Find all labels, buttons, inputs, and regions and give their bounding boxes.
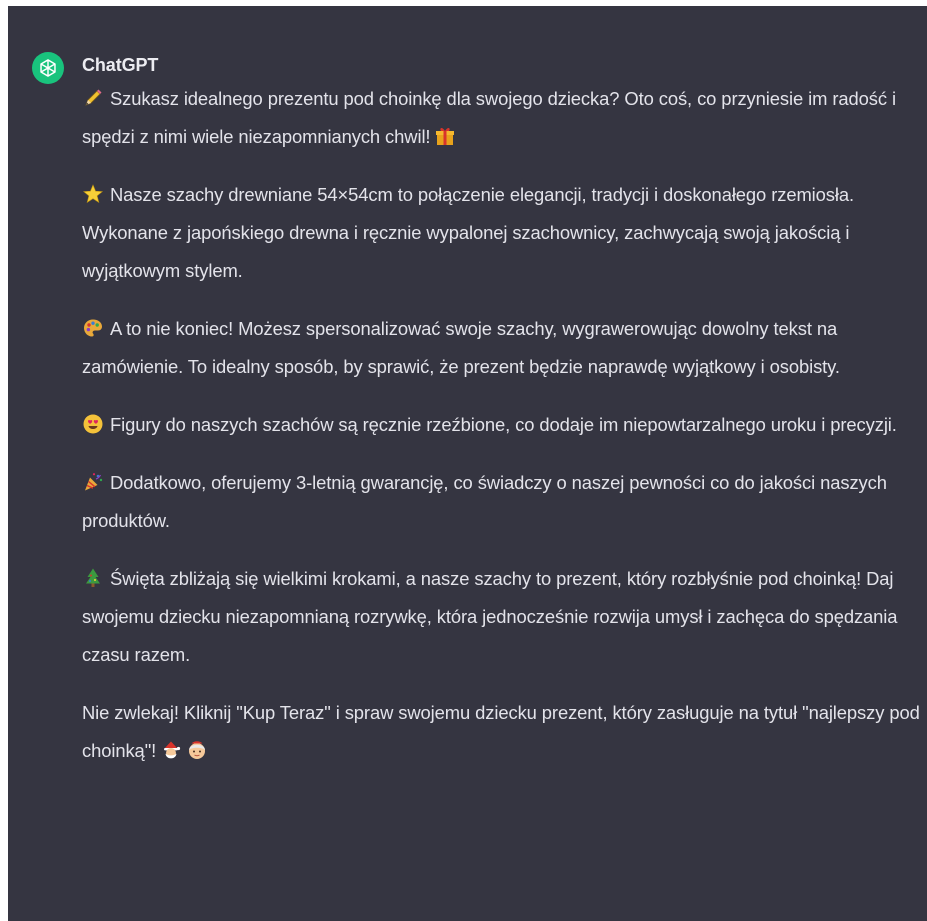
santa-claus-icon xyxy=(160,739,182,761)
message-text-5: Dodatkowo, oferujemy 3-letnią gwarancję,… xyxy=(82,472,887,531)
mrs-claus-icon xyxy=(186,739,208,761)
message-text-3: A to nie koniec! Możesz spersonalizować … xyxy=(82,318,840,377)
christmas-tree-icon xyxy=(82,567,104,589)
message-paragraph-7: Nie zwlekaj! Kliknij "Kup Teraz" i spraw… xyxy=(82,694,926,770)
message-text-1: Szukasz idealnego prezentu pod choinkę d… xyxy=(82,88,896,147)
message-text-4: Figury do naszych szachów są ręcznie rze… xyxy=(110,414,897,435)
message-paragraph-4: Figury do naszych szachów są ręcznie rze… xyxy=(82,406,926,444)
heart-eyes-face-icon xyxy=(82,413,104,435)
painter-palette-icon xyxy=(82,317,104,339)
message-text-2: Nasze szachy drewniane 54×54cm to połącz… xyxy=(82,184,854,281)
star-icon xyxy=(82,183,104,205)
assistant-message: ChatGPT Szukasz idealnego prezentu pod c… xyxy=(82,50,926,790)
openai-logo-icon xyxy=(40,59,56,77)
message-paragraph-2: Nasze szachy drewniane 54×54cm to połącz… xyxy=(82,176,926,290)
gift-icon xyxy=(434,125,456,147)
message-paragraph-6: Święta zbliżają się wielkimi krokami, a … xyxy=(82,560,926,674)
message-paragraph-1: Szukasz idealnego prezentu pod choinkę d… xyxy=(82,80,926,156)
chatgpt-avatar xyxy=(32,52,64,84)
message-text-6: Święta zbliżają się wielkimi krokami, a … xyxy=(82,568,898,665)
message-paragraph-3: A to nie koniec! Możesz spersonalizować … xyxy=(82,310,926,386)
chat-message-panel: ChatGPT Szukasz idealnego prezentu pod c… xyxy=(8,6,927,921)
pencil-icon xyxy=(82,87,104,109)
party-popper-icon xyxy=(82,471,104,493)
message-paragraph-5: Dodatkowo, oferujemy 3-letnią gwarancję,… xyxy=(82,464,926,540)
message-author: ChatGPT xyxy=(82,55,159,75)
